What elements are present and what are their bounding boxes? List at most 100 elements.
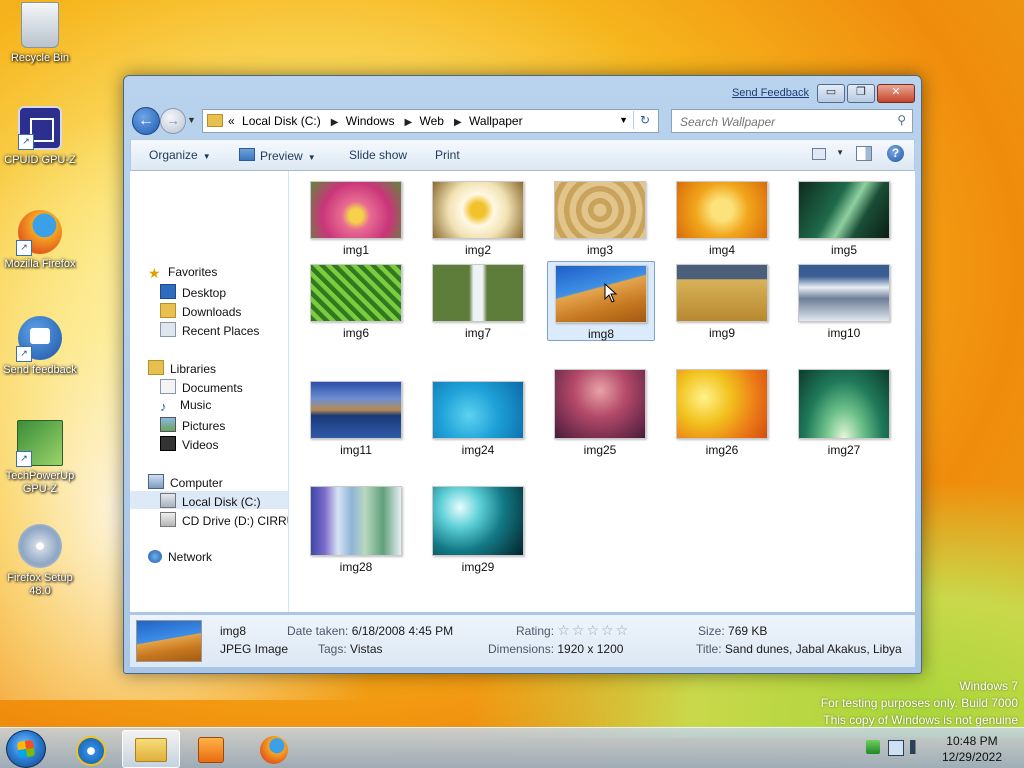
nav-documents[interactable]: Documents [160, 379, 243, 395]
clock[interactable]: 10:48 PM 12/29/2022 [942, 733, 1002, 765]
thumbnail-image [310, 264, 402, 322]
title-value[interactable]: Sand dunes, Jabal Akakus, Libya [725, 642, 902, 656]
file-name: img3 [586, 243, 613, 257]
address-dropdown-icon[interactable]: ▼ [619, 115, 628, 125]
volume-icon[interactable] [910, 740, 924, 754]
thumbnail-image [310, 486, 402, 556]
desktop-icon-firefox-setup[interactable]: Firefox Setup 48.0 [0, 524, 80, 598]
search-icon[interactable]: ⚲ [897, 113, 906, 127]
file-item-img24[interactable]: img24 [425, 381, 531, 457]
help-icon[interactable]: ? [887, 145, 904, 162]
file-item-img3[interactable]: img3 [547, 181, 653, 257]
file-item-img11[interactable]: img11 [303, 381, 409, 457]
chevron-right-icon[interactable]: ▶ [331, 117, 339, 128]
nav-recent-places[interactable]: Recent Places [160, 322, 259, 338]
slideshow-button[interactable]: Slide show [349, 148, 407, 162]
taskbar-explorer[interactable] [122, 730, 180, 768]
address-bar[interactable]: « Local Disk (C:) ▶ Windows ▶ Web ▶ Wallpap… [202, 109, 659, 133]
file-list: img1 img2 img3 img4 img5 img6 img7 img8 … [289, 171, 915, 612]
date-taken-value[interactable]: 6/18/2008 4:45 PM [352, 624, 453, 638]
change-view-icon[interactable] [812, 148, 826, 160]
minimize-button[interactable]: ▭ [817, 84, 845, 103]
desktop-icon-send-feedback[interactable]: ↗ Send feedback [0, 316, 80, 377]
nav-local-disk[interactable]: Local Disk (C:) [160, 493, 261, 509]
search-input[interactable] [678, 112, 892, 132]
file-item-img9[interactable]: img9 [669, 264, 775, 340]
breadcrumb-local-disk[interactable]: Local Disk (C:) [242, 114, 321, 128]
thumbnail-image [310, 181, 402, 239]
breadcrumb-overflow[interactable]: « [228, 114, 235, 128]
file-item-img7[interactable]: img7 [425, 264, 531, 340]
view-dropdown-icon[interactable]: ▼ [836, 148, 844, 157]
desktop-icon-firefox[interactable]: ↗ Mozilla Firefox [0, 210, 80, 271]
nav-favorites-group[interactable]: ★ Favorites [148, 265, 217, 281]
details-date-taken: Date taken: 6/18/2008 4:45 PM [287, 624, 453, 638]
send-feedback-link[interactable]: Send Feedback [732, 87, 809, 99]
file-item-img26[interactable]: img26 [669, 369, 775, 457]
file-item-img28[interactable]: img28 [303, 486, 409, 574]
breadcrumb-web[interactable]: Web [420, 114, 444, 128]
maximize-button[interactable]: ❐ [847, 84, 875, 103]
title-bar[interactable]: Send Feedback ▭ ❐ ✕ [124, 76, 921, 104]
close-button[interactable]: ✕ [877, 84, 915, 103]
file-item-img2[interactable]: img2 [425, 181, 531, 257]
chevron-right-icon[interactable]: ▶ [454, 117, 462, 128]
file-item-img29[interactable]: img29 [425, 486, 531, 574]
command-bar: Organize ▼ Preview ▼ Slide show Print ▼ ? [130, 139, 915, 171]
nav-recent-label: Recent Places [182, 324, 260, 338]
desktop-icon [160, 284, 176, 299]
file-item-img25[interactable]: img25 [547, 369, 653, 457]
preview-pane-icon[interactable] [856, 146, 872, 161]
desktop-icon-label: Send feedback [3, 364, 77, 376]
nav-downloads[interactable]: Downloads [160, 303, 241, 319]
nav-cd-drive[interactable]: CD Drive (D:) CIRRUS [160, 512, 288, 528]
breadcrumb-wallpaper[interactable]: Wallpaper [469, 114, 523, 128]
forward-button[interactable]: → [160, 108, 186, 134]
tags-value[interactable]: Vistas [350, 642, 382, 656]
preview-button[interactable]: Preview ▼ [239, 148, 316, 163]
taskbar-ie[interactable] [62, 730, 118, 766]
search-box[interactable]: ⚲ [671, 109, 913, 133]
desktop-icon-recycle-bin[interactable]: Recycle Bin [0, 2, 80, 65]
file-item-img1[interactable]: img1 [303, 181, 409, 257]
nav-pictures[interactable]: Pictures [160, 417, 225, 433]
file-item-img5[interactable]: img5 [791, 181, 897, 257]
file-item-img27[interactable]: img27 [791, 369, 897, 457]
details-title: Title: Sand dunes, Jabal Akakus, Libya [696, 642, 902, 656]
network-icon [148, 550, 162, 563]
desktop-icon-gpuz[interactable]: ↗ CPUID GPU-Z [0, 106, 80, 167]
file-item-img8[interactable]: img8 [547, 261, 655, 341]
nav-music-label: Music [180, 398, 212, 412]
rating-stars-icon[interactable]: ☆☆☆☆☆ [557, 622, 630, 638]
file-item-img4[interactable]: img4 [669, 181, 775, 257]
file-item-img6[interactable]: img6 [303, 264, 409, 340]
back-arrow-icon: ← [138, 112, 154, 129]
navigation-pane: ★ Favorites Desktop Downloads Recent Plac… [130, 171, 289, 612]
taskbar-media-player[interactable] [183, 730, 239, 766]
organize-button[interactable]: Organize ▼ [149, 148, 211, 162]
start-button[interactable] [6, 730, 46, 768]
recent-pages-dropdown[interactable]: ▼ [187, 115, 196, 125]
action-center-icon[interactable] [866, 740, 880, 754]
back-button[interactable]: ← [132, 107, 160, 135]
nav-libraries[interactable]: Libraries [148, 360, 216, 376]
nav-videos[interactable]: Videos [160, 436, 218, 452]
network-tray-icon[interactable] [888, 740, 904, 756]
recent-places-icon [160, 322, 176, 337]
nav-network[interactable]: Network [148, 550, 212, 564]
breadcrumb-windows[interactable]: Windows [346, 114, 395, 128]
shortcut-arrow-icon: ↗ [16, 240, 32, 256]
nav-desktop[interactable]: Desktop [160, 284, 226, 300]
file-item-img10[interactable]: img10 [791, 264, 897, 340]
chevron-right-icon[interactable]: ▶ [404, 117, 412, 128]
thumbnail-image [798, 181, 890, 239]
refresh-button[interactable]: ↻ [633, 111, 656, 129]
print-button[interactable]: Print [435, 148, 460, 162]
taskbar-firefox[interactable] [246, 730, 302, 766]
desktop-icon-techpowerup[interactable]: ↗ TechPowerUp GPU-Z [0, 420, 80, 496]
nav-computer[interactable]: Computer [148, 474, 223, 490]
nav-downloads-label: Downloads [182, 305, 242, 319]
desktop-icon-label: TechPowerUp GPU-Z [5, 470, 75, 495]
thumbnail-image [676, 264, 768, 322]
nav-music[interactable]: ♪ Music [160, 398, 212, 414]
